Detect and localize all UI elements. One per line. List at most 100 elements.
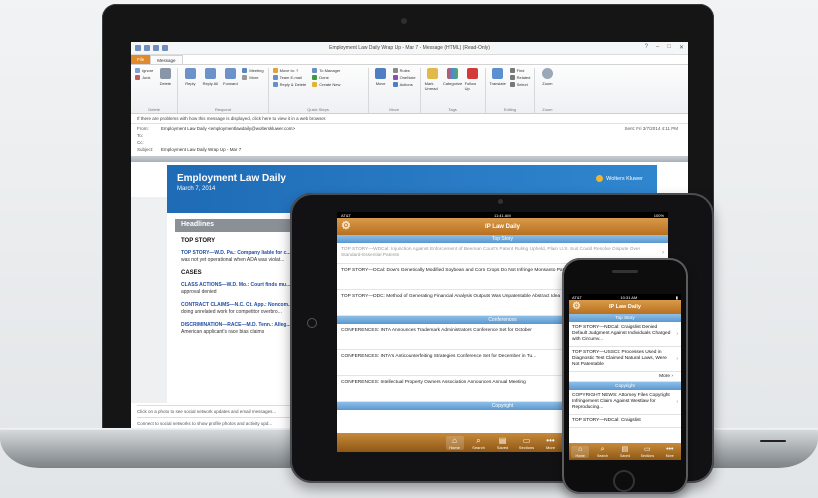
maximize-icon[interactable]: □	[667, 44, 671, 51]
reply-button[interactable]: Reply	[182, 68, 198, 107]
ribbon-group-respond: Reply Reply All Forward Meeting More Res…	[182, 68, 269, 113]
section-header-top-story: Top Story	[337, 235, 668, 243]
close-icon[interactable]: ✕	[679, 44, 684, 51]
delete-button[interactable]: Delete	[157, 68, 173, 107]
chevron-right-icon: ›	[662, 250, 664, 256]
categorize-button[interactable]: Categorize	[443, 68, 462, 107]
home-icon: ⌂	[452, 435, 457, 445]
more-link[interactable]: More ›	[569, 372, 681, 382]
move-icon	[375, 68, 387, 79]
case-link[interactable]: CONTRACT CLAIMS—N.C. Ct. App.: Noncom...…	[181, 302, 301, 316]
phone-screen: AT&T 10:31 AM ▮ ⚙ IP Law Daily Top Story…	[569, 294, 681, 460]
laptop-camera	[401, 18, 407, 24]
tablet-camera	[498, 199, 503, 204]
phone-speaker	[612, 270, 638, 273]
select-button[interactable]: Select	[509, 82, 531, 87]
tab-more[interactable]: ••• More	[542, 436, 560, 450]
forward-button[interactable]: Forward	[222, 68, 238, 107]
subject-value: Employment Law Daily Wrap Up - Mar 7	[161, 147, 242, 152]
folder-icon: ▭	[522, 435, 531, 445]
message-ruler	[131, 156, 688, 162]
tab-sections[interactable]: ▭ Sections	[638, 446, 656, 458]
zoom-button[interactable]: Zoom	[539, 68, 555, 107]
ribbon-group-move: Move Rules OneNote Actions Move	[373, 68, 421, 113]
top-story-link[interactable]: TOP STORY—W.D. Pa.: Company liable for c…	[181, 250, 301, 264]
help-icon[interactable]: ?	[645, 44, 648, 51]
document-icon: ▤	[498, 435, 507, 445]
from-label: From:	[137, 126, 149, 131]
tab-more[interactable]: ••• More	[661, 446, 679, 458]
tab-search[interactable]: ⌕ Search	[594, 446, 612, 458]
save-icon[interactable]	[135, 45, 141, 51]
document-icon: ▤	[621, 445, 629, 453]
ignore-button[interactable]: Ignore	[135, 68, 153, 73]
list-item[interactable]: TOP STORY—NDCal: Craigslist	[569, 415, 681, 428]
tab-search[interactable]: ⌕ Search	[470, 436, 488, 450]
case-link[interactable]: DISCRIMINATION—RACE—M.D. Tenn.: Alleg...…	[181, 322, 301, 336]
move-button[interactable]: Move	[373, 68, 389, 107]
quick-step-move-to[interactable]: Move to: ?	[272, 68, 307, 73]
tab-file[interactable]: File	[131, 55, 151, 64]
tab-sections[interactable]: ▭ Sections	[518, 436, 536, 450]
actions-button[interactable]: Actions	[392, 82, 416, 87]
follow-up-button[interactable]: Follow Up	[465, 68, 481, 107]
meeting-button[interactable]: Meeting	[242, 68, 264, 73]
tab-saved[interactable]: ▤ Saved	[494, 436, 512, 450]
categorize-icon	[447, 68, 459, 79]
ribbon: Ignore Junk Delete Delete Reply Reply Al…	[131, 64, 688, 114]
chevron-right-icon: ›	[676, 356, 678, 362]
laptop-slot	[760, 440, 786, 442]
related-button[interactable]: Related	[509, 75, 530, 80]
cc-label: Cc:	[137, 140, 144, 145]
tablet-home-button[interactable]	[307, 318, 317, 328]
reply-all-button[interactable]: Reply All	[202, 68, 218, 107]
quick-step-reply-delete[interactable]: Reply & Delete	[272, 82, 306, 87]
from-value[interactable]: Employment Law Daily <employmentlawdaily…	[161, 126, 295, 131]
quick-step-done[interactable]: Done	[312, 75, 340, 80]
tab-home[interactable]: ⌂ Home	[571, 445, 590, 458]
translate-icon	[492, 68, 504, 79]
app-title: IP Law Daily	[485, 223, 520, 230]
mark-unread-button[interactable]: Mark Unread	[425, 68, 441, 107]
ribbon-group-delete: Ignore Junk Delete Delete	[135, 68, 179, 113]
magnifier-icon	[541, 68, 553, 79]
list-item[interactable]: COPYRIGHT NEWS: Attorney Files Copyright…	[569, 390, 681, 415]
find-button[interactable]: Find	[509, 68, 531, 73]
window-titlebar: Employment Law Daily Wrap Up - Mar 7 - M…	[131, 42, 688, 55]
home-icon: ⌂	[578, 445, 583, 453]
newsletter-title: Employment Law Daily	[177, 173, 286, 184]
info-bar[interactable]: If there are problems with how this mess…	[131, 114, 688, 124]
reply-all-icon	[204, 68, 216, 79]
newsletter-date: March 7, 2014	[177, 186, 216, 192]
onenote-button[interactable]: OneNote	[392, 75, 416, 80]
list-item[interactable]: TOP STORY—NDCal: Craigslist Denied Defau…	[569, 322, 681, 347]
case-link[interactable]: CLASS ACTIONS—W.D. Mo.: Court finds mu..…	[181, 282, 301, 296]
quick-step-team-email[interactable]: Team E-mail	[272, 75, 307, 80]
quick-access-toolbar[interactable]	[135, 45, 168, 51]
phone-home-button[interactable]	[613, 470, 635, 492]
gear-icon[interactable]: ⚙	[341, 220, 351, 232]
tab-home[interactable]: ⌂ Home	[445, 435, 464, 450]
translate-button[interactable]: Translate	[489, 68, 506, 107]
junk-button[interactable]: Junk	[135, 75, 153, 80]
more-button[interactable]: More	[242, 75, 263, 80]
section-header-top-story: Top Story	[569, 314, 681, 322]
quick-step-create-new[interactable]: Create New	[312, 82, 340, 87]
quick-step-to-manager[interactable]: To Manager	[312, 68, 340, 73]
tab-message[interactable]: Message	[150, 55, 183, 64]
redo-icon[interactable]	[153, 45, 159, 51]
window-title: Employment Law Daily Wrap Up - Mar 7 - M…	[329, 45, 490, 51]
gear-icon[interactable]: ⚙	[572, 301, 581, 313]
sent-time: Sent: Fri 3/7/2014 4:11 PM	[624, 126, 678, 131]
to-label: To:	[137, 133, 144, 138]
phone-tab-bar: ⌂ Home ⌕ Search ▤ Saved ▭ Sections ••• More	[569, 443, 681, 460]
rules-button[interactable]: Rules	[392, 68, 416, 73]
up-icon[interactable]	[162, 45, 168, 51]
ribbon-group-quick-steps: Move to: ? Team E-mail Reply & Delete To…	[272, 68, 369, 113]
search-icon: ⌕	[600, 445, 605, 453]
minimize-icon[interactable]: –	[656, 44, 659, 51]
undo-icon[interactable]	[144, 45, 150, 51]
list-item[interactable]: TOP STORY—USSCt: Processes Used in Diagn…	[569, 347, 681, 372]
tab-saved[interactable]: ▤ Saved	[616, 446, 634, 458]
forward-icon	[224, 68, 236, 79]
